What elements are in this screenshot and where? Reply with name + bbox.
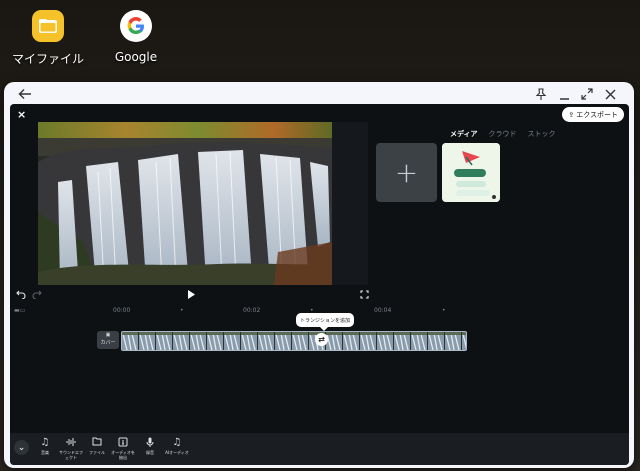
tool-ai-audio[interactable]: ♫ AIオーディオ: [164, 437, 190, 455]
timeline-tick: 00:04: [374, 307, 392, 314]
tool-music[interactable]: ♫ 音楽: [32, 437, 58, 455]
timeline-dot: •: [180, 307, 184, 314]
minimize-icon[interactable]: [555, 85, 573, 103]
arrow-left-icon[interactable]: [16, 85, 34, 103]
desktop-icon-label: マイファイル: [11, 52, 84, 66]
waveform-icon: [58, 437, 84, 449]
close-icon[interactable]: [601, 85, 619, 103]
transition-icon: ⇄: [318, 335, 325, 344]
transition-tooltip: トランジションを追加: [296, 313, 354, 331]
timeline-tick: 00:02: [243, 307, 261, 314]
timeline-dot: •: [442, 307, 446, 314]
tool-label: 録音: [146, 450, 154, 455]
cover-icon: ▣: [105, 332, 111, 338]
media-tabs: メディア クラウド ストック: [450, 129, 556, 139]
tool-label: オーディオを抽出: [111, 450, 135, 460]
timeline-tick: 00:00: [113, 307, 131, 314]
timeline-zoom-indicator: ▬▭: [14, 307, 26, 314]
media-thumbnail[interactable]: [442, 143, 500, 202]
add-media-button[interactable]: +: [376, 143, 437, 202]
folder-icon: [84, 437, 110, 449]
extract-audio-icon: [110, 437, 136, 449]
play-icon[interactable]: [187, 290, 195, 302]
tool-label: ファイル: [89, 450, 105, 455]
microphone-icon: [137, 437, 163, 449]
tool-extract-audio[interactable]: オーディオを抽出: [110, 437, 136, 460]
music-note-icon: ♫: [40, 437, 50, 448]
desktop-icon-google[interactable]: Google: [96, 10, 176, 64]
google-icon: [120, 10, 152, 42]
tool-label: AIオーディオ: [165, 450, 189, 455]
fullscreen-icon[interactable]: [360, 290, 369, 302]
video-editor: × ⇪ エクスポート メディア クラウド ストック + ▬▭ 00:00 • 0…: [10, 104, 629, 465]
maximize-icon[interactable]: [578, 85, 596, 103]
undo-icon[interactable]: [16, 289, 26, 302]
export-label: エクスポート: [576, 110, 618, 119]
tab-stock[interactable]: ストック: [528, 129, 556, 139]
upload-icon: ⇪: [568, 110, 575, 119]
cover-clip[interactable]: ▣ カバー: [97, 331, 119, 349]
app-window: × ⇪ エクスポート メディア クラウド ストック + ▬▭ 00:00 • 0…: [4, 82, 634, 468]
tool-record[interactable]: 録音: [137, 437, 163, 455]
editor-close-button[interactable]: ×: [17, 108, 26, 121]
bottom-toolbar: ⌄ ♫ 音楽 サウンドエフェクト ファイル オーディオを抽出 録音 ♫ AIオー…: [10, 433, 629, 465]
pin-icon[interactable]: [532, 85, 550, 103]
tool-sound-effects[interactable]: サウンドエフェクト: [58, 437, 84, 460]
ai-audio-icon: ♫: [172, 437, 182, 448]
chevron-down-icon[interactable]: ⌄: [14, 440, 29, 455]
redo-icon[interactable]: [32, 289, 42, 302]
window-titlebar: [4, 82, 634, 104]
video-clip-strip[interactable]: [121, 331, 467, 351]
tab-cloud[interactable]: クラウド: [489, 129, 517, 139]
export-button[interactable]: ⇪ エクスポート: [562, 107, 624, 122]
tool-label: 音楽: [41, 450, 49, 455]
folder-icon: [32, 10, 64, 42]
video-preview-panel: [38, 122, 368, 285]
tool-label: サウンドエフェクト: [59, 450, 83, 460]
video-frame-waterfall: [38, 122, 332, 285]
add-transition-button[interactable]: ⇄: [315, 333, 328, 346]
cover-label: カバー: [100, 340, 116, 346]
tool-file[interactable]: ファイル: [84, 437, 110, 455]
desktop-icon-label: Google: [114, 50, 158, 64]
tab-media[interactable]: メディア: [450, 129, 478, 139]
desktop-icon-my-files[interactable]: マイファイル: [8, 10, 88, 67]
